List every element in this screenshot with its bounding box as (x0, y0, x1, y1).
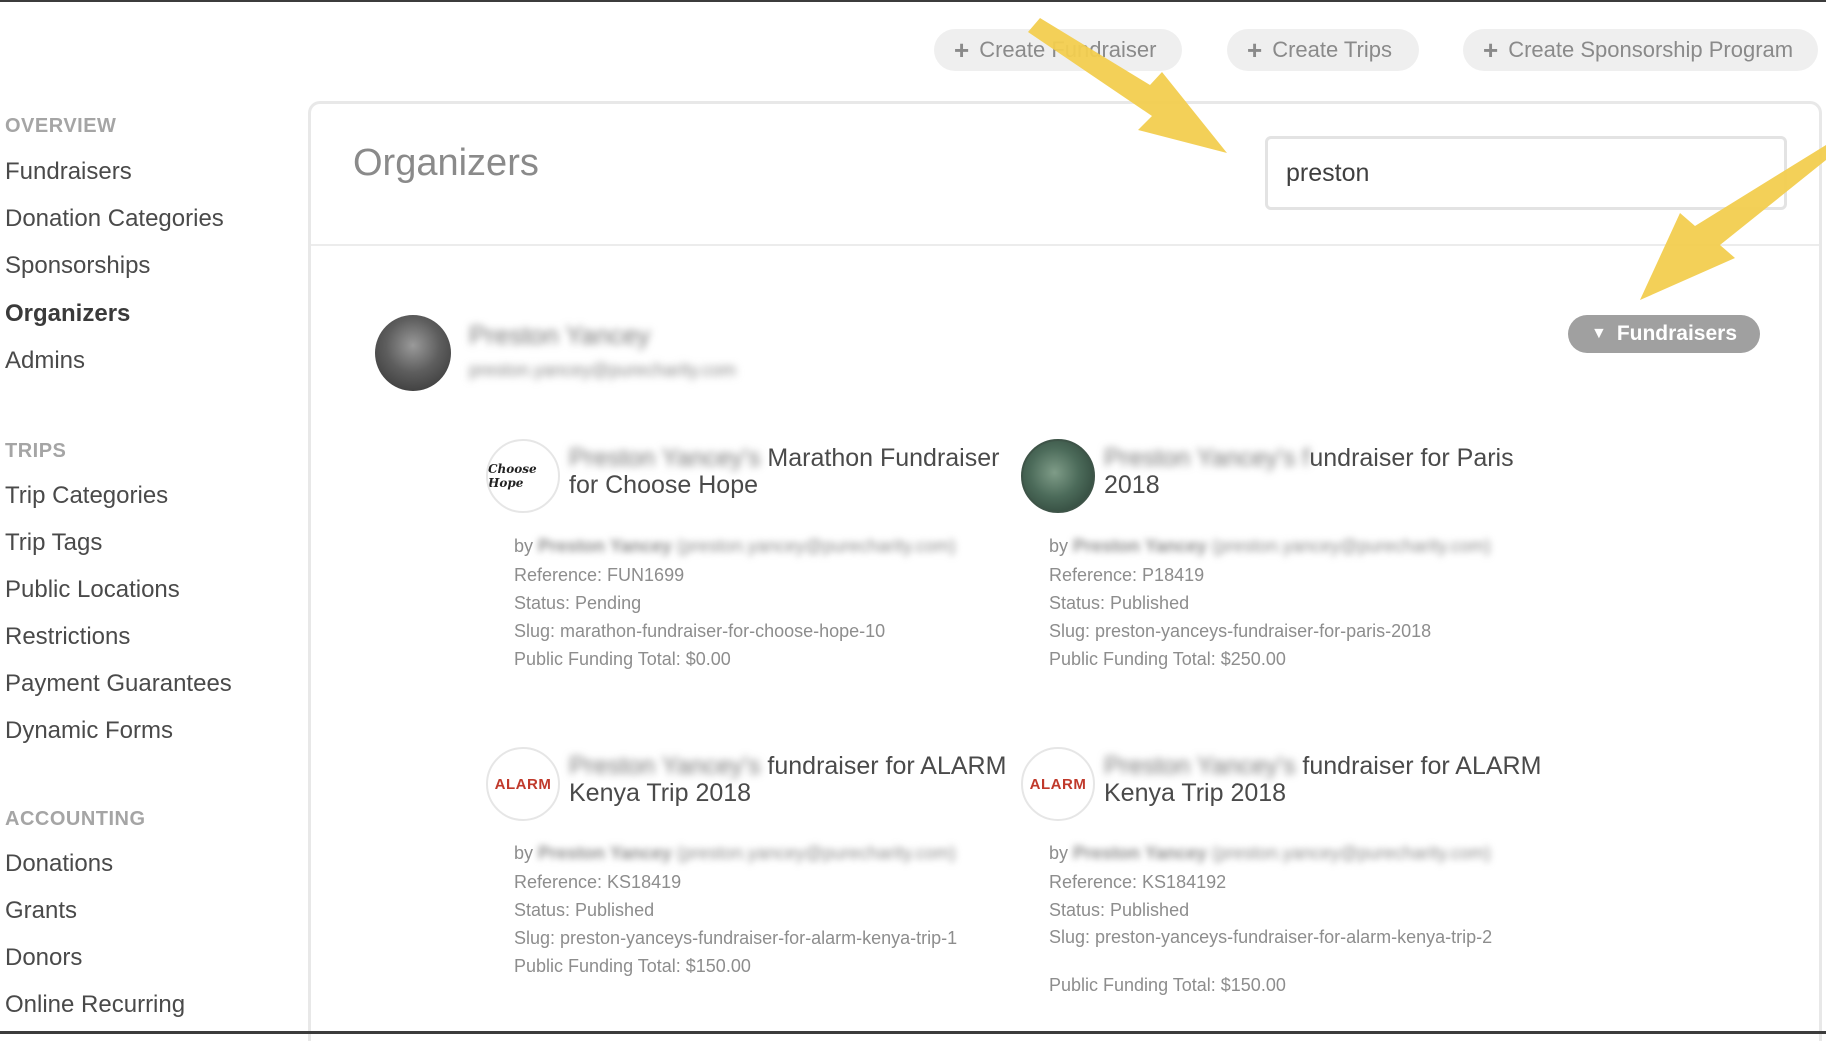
create-sponsorship-program-button[interactable]: + Create Sponsorship Program (1463, 29, 1818, 71)
organizer-name: Preston Yancey (469, 320, 651, 350)
alarm-logo: ALARM (1021, 747, 1095, 821)
page-title: Organizers (353, 142, 539, 184)
search-input[interactable] (1265, 136, 1787, 210)
sidebar-item-dynamic-forms[interactable]: Dynamic Forms (5, 717, 173, 745)
fundraiser-reference: Reference: KS184192 (1049, 872, 1227, 892)
fundraiser-funding-total: Public Funding Total: $250.00 (1049, 649, 1286, 669)
fundraiser-by-line: by Preston Yancey (preston.yancey@purech… (1049, 536, 1491, 556)
fundraiser-title[interactable]: Preston Yancey's fundraiser for Paris 20… (1104, 445, 1544, 499)
fundraiser-by-line: by Preston Yancey (preston.yancey@purech… (514, 843, 956, 863)
fundraiser-status: Status: Published (1049, 900, 1190, 920)
sidebar-heading-overview: OVERVIEW (5, 115, 117, 137)
sidebar-item-donations[interactable]: Donations (5, 850, 113, 878)
sidebar-item-admins[interactable]: Admins (5, 347, 85, 375)
fundraiser-slug: Slug: preston-yanceys-fundraiser-for-ala… (514, 928, 958, 948)
fundraiser-reference: Reference: KS18419 (514, 872, 682, 892)
fundraiser-title[interactable]: Preston Yancey's fundraiser for ALARM Ke… (569, 753, 1009, 807)
title-blurred-part: Preston Yancey's (569, 752, 761, 780)
create-trips-label: Create Trips (1272, 37, 1393, 62)
fundraiser-funding-total: Public Funding Total: $150.00 (514, 956, 751, 976)
organizer-avatar (375, 315, 451, 391)
sidebar-item-fundraisers[interactable]: Fundraisers (5, 158, 132, 186)
plus-icon: + (1247, 35, 1263, 65)
fundraiser-slug: Slug: preston-yanceys-fundraiser-for-ala… (1049, 927, 1493, 947)
fundraiser-card[interactable]: Choose Hope Preston Yancey's Marathon Fu… (486, 439, 1006, 699)
fundraiser-funding-total: Public Funding Total: $0.00 (514, 649, 731, 669)
sidebar-item-donation-categories[interactable]: Donation Categories (5, 205, 224, 233)
fundraiser-slug: Slug: preston-yanceys-fundraiser-for-par… (1049, 621, 1432, 641)
fundraiser-slug: Slug: marathon-fundraiser-for-choose-hop… (514, 621, 886, 641)
fundraiser-title[interactable]: Preston Yancey's fundraiser for ALARM Ke… (1104, 753, 1544, 807)
fundraiser-reference: Reference: FUN1699 (514, 565, 685, 585)
sidebar-item-organizers[interactable]: Organizers (5, 300, 130, 328)
sidebar-item-payment-guarantees[interactable]: Payment Guarantees (5, 670, 232, 698)
fundraiser-card[interactable]: ALARM Preston Yancey's fundraiser for AL… (1021, 747, 1541, 1007)
fundraiser-funding-total: Public Funding Total: $150.00 (1049, 975, 1286, 995)
sidebar-heading-accounting: ACCOUNTING (5, 808, 146, 830)
organizer-email: preston.yancey@purecharity.com (469, 360, 737, 380)
create-fundraiser-button[interactable]: + Create Fundraiser (934, 29, 1182, 71)
sidebar-item-grants[interactable]: Grants (5, 897, 77, 925)
alarm-logo: ALARM (486, 747, 560, 821)
fundraiser-reference: Reference: P18419 (1049, 565, 1205, 585)
create-sponsorship-program-label: Create Sponsorship Program (1508, 37, 1794, 62)
divider (311, 244, 1819, 246)
organizers-panel: Organizers Preston Yancey preston.yancey… (308, 101, 1822, 1041)
fundraiser-by-line: by Preston Yancey (preston.yancey@purech… (514, 536, 956, 556)
sidebar-item-restrictions[interactable]: Restrictions (5, 623, 130, 651)
choose-hope-logo: Choose Hope (486, 439, 560, 513)
sidebar-heading-trips: TRIPS (5, 440, 67, 462)
fundraisers-filter-label: Fundraisers (1616, 322, 1738, 345)
title-blurred-part: Preston Yancey's (569, 444, 761, 472)
fundraiser-status: Status: Pending (514, 593, 642, 613)
plus-icon: + (954, 35, 970, 65)
sidebar-item-sponsorships[interactable]: Sponsorships (5, 252, 150, 280)
fundraisers-filter-button[interactable]: ▼ Fundraisers (1568, 315, 1760, 353)
sidebar-item-trip-tags[interactable]: Trip Tags (5, 529, 102, 557)
fundraiser-by-line: by Preston Yancey (preston.yancey@purech… (1049, 843, 1491, 863)
plus-icon: + (1483, 35, 1499, 65)
title-blurred-part: Preston Yancey's (1104, 752, 1296, 780)
paris-photo-thumbnail (1021, 439, 1095, 513)
sidebar-item-donors[interactable]: Donors (5, 944, 82, 972)
fundraiser-status: Status: Published (514, 900, 655, 920)
fundraiser-status: Status: Published (1049, 593, 1190, 613)
create-trips-button[interactable]: + Create Trips (1227, 29, 1419, 71)
sidebar-item-online-recurring[interactable]: Online Recurring (5, 991, 185, 1019)
create-fundraiser-label: Create Fundraiser (979, 37, 1157, 62)
caret-down-icon: ▼ (1590, 325, 1607, 342)
sidebar-item-trip-categories[interactable]: Trip Categories (5, 482, 168, 510)
title-blurred-part: Preston Yancey's f (1104, 444, 1310, 472)
fundraiser-card[interactable]: Preston Yancey's fundraiser for Paris 20… (1021, 439, 1541, 699)
fundraiser-card[interactable]: ALARM Preston Yancey's fundraiser for AL… (486, 747, 1006, 1007)
fundraiser-title[interactable]: Preston Yancey's Marathon Fundraiser for… (569, 445, 1009, 499)
top-border (0, 0, 1826, 2)
sidebar-item-public-locations[interactable]: Public Locations (5, 576, 180, 604)
